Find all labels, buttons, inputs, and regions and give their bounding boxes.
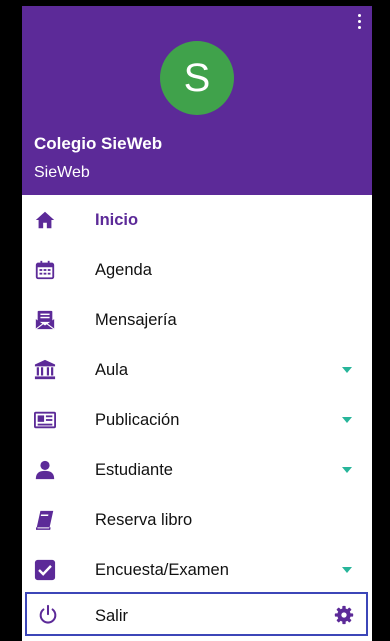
- logout-label: Salir: [95, 607, 129, 625]
- home-icon: [35, 211, 55, 229]
- menu-item-encuesta-examen[interactable]: Encuesta/Examen: [22, 545, 372, 595]
- menu-item-label: Reserva libro: [95, 511, 193, 529]
- student-icon: [35, 460, 55, 480]
- drawer-header: S Colegio SieWeb SieWeb: [22, 6, 372, 195]
- book-icon: [36, 510, 54, 530]
- menu-item-label: Inicio: [95, 211, 139, 229]
- menu-item-label: Agenda: [95, 261, 152, 279]
- avatar: S: [160, 41, 234, 115]
- more-options-icon[interactable]: [358, 14, 362, 32]
- drawer-menu: Inicio Agenda Mensajería Aula Publicació…: [22, 195, 372, 595]
- menu-item-mensajeria[interactable]: Mensajería: [22, 295, 372, 345]
- menu-item-inicio[interactable]: Inicio: [22, 195, 372, 245]
- menu-item-agenda[interactable]: Agenda: [22, 245, 372, 295]
- menu-item-label: Publicación: [95, 411, 180, 429]
- menu-item-publicacion[interactable]: Publicación: [22, 395, 372, 445]
- screen-frame: S Colegio SieWeb SieWeb Inicio Agenda Me…: [0, 0, 390, 641]
- menu-item-aula[interactable]: Aula: [22, 345, 372, 395]
- menu-item-label: Encuesta/Examen: [95, 561, 229, 579]
- navigation-drawer: S Colegio SieWeb SieWeb Inicio Agenda Me…: [22, 6, 372, 641]
- menu-item-label: Mensajería: [95, 311, 177, 329]
- menu-item-reserva-libro[interactable]: Reserva libro: [22, 495, 372, 545]
- power-icon: [39, 604, 57, 624]
- school-name: Colegio SieWeb: [34, 134, 163, 153]
- newspaper-icon: [34, 411, 56, 429]
- checkbox-icon: [34, 559, 56, 581]
- logout-button[interactable]: Salir: [25, 592, 368, 636]
- classroom-icon: [34, 359, 56, 380]
- chevron-down-icon[interactable]: [342, 567, 352, 573]
- chevron-down-icon[interactable]: [342, 367, 352, 373]
- gear-icon[interactable]: [334, 605, 354, 625]
- chevron-down-icon[interactable]: [342, 467, 352, 473]
- mail-icon: [35, 310, 55, 330]
- chevron-down-icon[interactable]: [342, 417, 352, 423]
- menu-item-label: Estudiante: [95, 461, 173, 479]
- menu-item-label: Aula: [95, 361, 129, 379]
- menu-item-estudiante[interactable]: Estudiante: [22, 445, 372, 495]
- header-subtitle: SieWeb: [34, 164, 90, 181]
- calendar-icon: [35, 260, 55, 280]
